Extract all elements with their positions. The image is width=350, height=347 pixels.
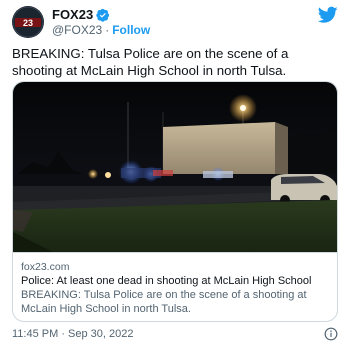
handle[interactable]: @FOX23 [52,23,102,37]
card-domain: fox23.com [21,261,70,273]
card-body[interactable]: fox23.com Police: At least one dead in s… [13,252,337,321]
timestamp[interactable]: 11:45 PM · Sep 30, 2022 [12,328,134,340]
link-card[interactable]: fox23.com Police: At least one dead in s… [12,81,338,322]
info-icon[interactable] [324,327,338,341]
separator-dot: · [105,23,110,37]
tweet-text: BREAKING: Tulsa Police are on the scene … [12,46,289,78]
tweet-header: 23 FOX23 @FOX23 · Follow [12,6,338,42]
avatar[interactable]: 23 [12,6,44,38]
verified-badge-icon [96,8,110,22]
card-image[interactable] [13,82,337,252]
card-title: Police: At least one dead in shooting at… [21,275,312,287]
fox23-logo-icon: 23 [12,6,44,38]
display-name[interactable]: FOX23 [52,7,93,22]
card-description: BREAKING: Tulsa Police are on the scene … [21,289,307,315]
avatar-text: 23 [23,18,33,28]
handle-line: @FOX23 · Follow [52,23,150,37]
twitter-bird-icon[interactable] [318,6,338,24]
follow-button[interactable]: Follow [112,23,150,37]
name-line: FOX23 [52,7,110,22]
